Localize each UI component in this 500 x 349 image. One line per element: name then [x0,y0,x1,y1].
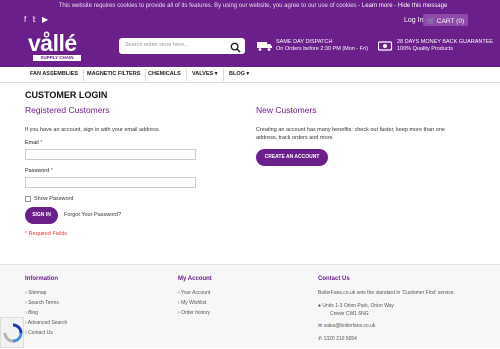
social-links: f𝕥▶ [24,15,54,24]
email-label: Email * [25,140,43,146]
show-password-checkbox[interactable] [25,196,31,202]
footer-link-blog[interactable]: › Blog [25,310,38,316]
truck-icon [257,41,273,54]
hide-message-link[interactable]: Hide this message [398,3,447,9]
nav-fan-assemblies[interactable]: FAN ASSEMBLIES [25,69,85,81]
facebook-icon[interactable]: f [24,15,32,24]
sign-in-button[interactable]: SIGN IN [25,207,58,224]
cart-icon: 🛒 [427,18,436,25]
search-box[interactable]: Search entire store here... [119,38,245,54]
footer-link-search-terms-label: Search Terms [28,300,59,306]
password-label: Password * [25,168,53,174]
usp-guarantee-title: 28 DAYS MONEY BACK GUARANTEE [397,39,494,45]
cart-button[interactable]: 🛒 CART (0) [423,14,468,26]
footer-link-blog-label: Blog [28,310,39,316]
footer-account-heading: My Account [178,276,212,282]
twitter-icon[interactable]: 𝕥 [32,15,42,24]
email-icon: ✉ [318,323,323,329]
footer-link-your-account-label: Your Account [180,290,211,296]
password-label-text: Password [25,168,50,174]
youtube-icon[interactable]: ▶ [42,15,54,24]
nav-valves[interactable]: VALVES ▾ [187,69,224,81]
footer-contact-heading: Contact Us [318,276,350,282]
footer-phone-text: 1320 210 5054 [323,336,357,342]
email-label-text: Email [25,140,39,146]
footer-email[interactable]: ✉ sales@boilerfans.co.uk [318,323,375,329]
cookie-text: This website requires cookies to provide… [58,3,361,9]
footer-link-sitemap-label: Sitemap [28,290,47,296]
search-input[interactable]: Search entire store here... [125,42,189,48]
footer-link-wishlist[interactable]: › My Wishlist [178,300,206,306]
header: vållé SUPPLY CHAIN Search entire store h… [0,29,500,67]
page-title: CUSTOMER LOGIN [25,90,108,100]
footer-contact-intro: BoilerFans.co.uk sets the standard in 'C… [318,290,455,296]
footer-link-wishlist-label: My Wishlist [181,300,207,306]
search-icon[interactable] [230,40,241,58]
required-fields-note: * Required Fields [25,231,68,237]
registered-intro: If you have an account, sign in with you… [25,127,161,133]
footer-information-heading: Information [25,276,58,282]
top-bar: f𝕥▶ This website requires cookies to pro… [0,0,500,29]
forgot-password-link[interactable]: Forgot Your Password? [64,212,121,218]
footer-link-your-account[interactable]: › Your Account [178,290,210,296]
footer-email-text: sales@boilerfans.co.uk [323,323,376,329]
nav-magnetic-filters[interactable]: MAGNETIC FILTERS [82,69,147,81]
footer-link-contact-us-label: Contact Us [28,330,53,336]
usp-dispatch-sub: On Orders before 2:30 PM (Mon - Fri) [276,46,368,52]
logo-text: vållé [28,30,77,56]
cart-label: CART (0) [436,18,465,25]
create-account-button[interactable]: CREATE AN ACCOUNT [256,149,328,166]
nav-blog-label: BLOG [229,71,245,77]
login-link[interactable]: Log In [404,17,423,24]
usp-dispatch-title: SAME DAY DISPATCH [276,39,333,45]
footer-link-sitemap[interactable]: › Sitemap [25,290,46,296]
footer-address: ● Units 1-3 Orion Park, Orion Way [318,303,394,309]
footer-phone[interactable]: ✆ 1320 210 5054 [318,336,357,342]
footer-link-contact-us[interactable]: › Contact Us [25,330,53,336]
nav-blog[interactable]: BLOG ▾ [224,69,254,81]
footer-link-search-terms[interactable]: › Search Terms [25,300,59,306]
main-nav: FAN ASSEMBLIES MAGNETIC FILTERS CHEMICAL… [0,67,500,83]
usp-dispatch: SAME DAY DISPATCH On Orders before 2:30 … [257,39,368,53]
password-field[interactable] [25,177,196,188]
money-icon [377,41,393,54]
registered-heading: Registered Customers [25,105,110,115]
recaptcha-badge[interactable] [0,317,24,348]
show-password-label[interactable]: Show Password [34,195,73,203]
footer-link-order-history-label: Order history [181,310,210,316]
footer-link-order-history[interactable]: › Order history [178,310,210,316]
new-customers-text-1: Creating an account has many benefits: c… [256,127,445,133]
new-customers-text-2: address, track orders and more. [256,135,334,141]
phone-icon: ✆ [318,336,323,342]
footer-address-line-1: Units 1-3 Orion Park, Orion Way [322,303,394,309]
email-field[interactable] [25,149,196,160]
location-icon: ● [318,303,322,309]
footer [0,264,500,348]
nav-chemicals[interactable]: CHEMICALS [143,69,187,81]
nav-valves-label: VALVES [192,71,214,77]
usp-guarantee-sub: 100% Quality Products [397,46,453,52]
cookie-notice: This website requires cookies to provide… [58,3,448,9]
footer-link-advanced-search-label: Advanced Search [27,320,68,326]
footer-link-advanced-search[interactable]: › Advanced Search [25,320,67,326]
usp-guarantee: 28 DAYS MONEY BACK GUARANTEE 100% Qualit… [377,39,494,54]
footer-address-line-2: Crewe CW1 6NG [330,311,369,317]
new-customers-heading: New Customers [256,105,317,115]
recaptcha-icon [3,323,23,343]
learn-more-link[interactable]: Learn more [362,3,393,9]
logo[interactable]: vållé SUPPLY CHAIN [28,32,81,61]
